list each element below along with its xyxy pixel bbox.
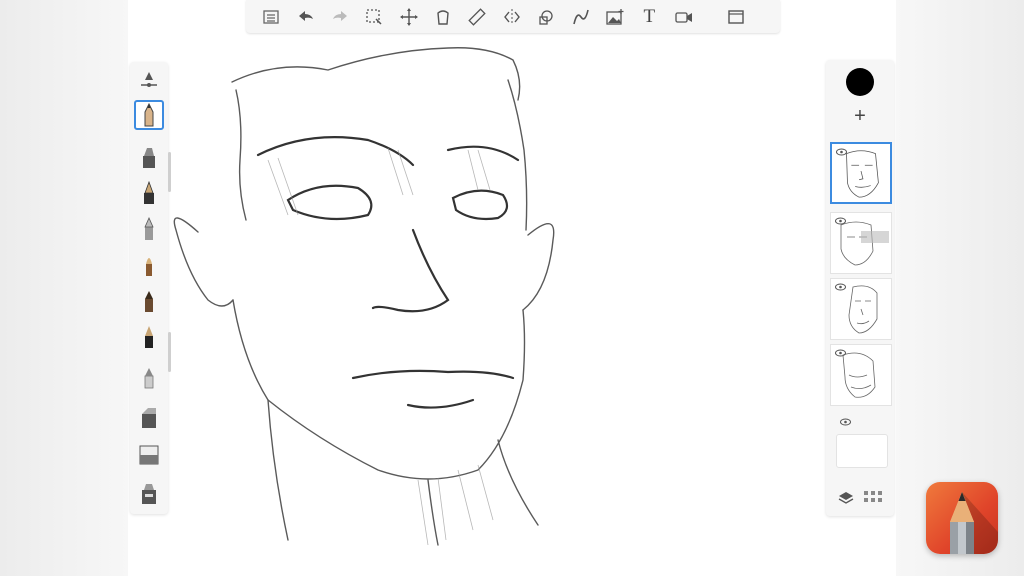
color-puck[interactable] [846,68,874,96]
layer-2-thumbnail[interactable] [830,212,892,274]
layer-panel: + [826,60,894,516]
fine-pen-icon[interactable] [134,322,164,352]
text-icon-label: T [643,5,656,27]
sketch-mouth [351,369,515,380]
sketch-eye-left [286,184,373,221]
sketch-nose [371,228,450,313]
fullscreen-icon[interactable] [721,5,751,29]
top-toolbar: T [246,0,780,33]
layer-3-thumbnail[interactable] [830,278,892,340]
ruler-icon[interactable] [462,5,492,29]
sketch-eye-right [451,189,509,221]
text-icon[interactable]: T [634,5,664,29]
sketch-hair-outline [231,47,521,101]
marker-brush-icon[interactable] [134,142,164,172]
ink-pen-icon[interactable] [134,178,164,208]
sketch-brow-left [256,136,415,167]
brush-palette [130,62,168,514]
add-layer-button[interactable]: + [850,106,870,126]
airbrush-icon[interactable] [134,362,164,392]
selection-icon[interactable] [359,5,389,29]
layers-stack-icon[interactable] [838,490,854,506]
brush-size-slider-icon[interactable] [134,66,164,96]
fill-icon[interactable] [428,5,458,29]
visibility-eye-icon[interactable] [836,148,847,156]
drawing-canvas[interactable] [128,0,896,576]
grid-view-icon[interactable] [864,491,882,505]
layer-1-thumbnail[interactable] [830,142,892,204]
sketch-ear-right [522,223,555,311]
curve-icon[interactable] [566,5,596,29]
shapes-icon[interactable] [531,5,561,29]
sketch-ear-left [173,217,234,307]
add-image-icon[interactable] [600,5,630,29]
undo-icon[interactable] [291,5,321,29]
list-icon[interactable] [256,5,286,29]
sketch-brow-right [446,145,520,162]
brush-scrollbar[interactable] [168,152,171,192]
charcoal-icon[interactable] [134,286,164,316]
sketchbook-app-logo [926,482,998,554]
pencil-brush-icon[interactable] [134,100,164,130]
background-swatch [836,434,888,468]
visibility-eye-icon[interactable] [835,349,846,357]
eraser-icon[interactable] [134,440,164,470]
ballpoint-icon[interactable] [134,214,164,244]
redo-icon[interactable] [325,5,355,29]
left-backdrop [0,0,128,576]
symmetry-icon[interactable] [497,5,527,29]
chisel-marker-icon[interactable] [134,402,164,432]
layer-footer [826,484,894,512]
record-icon[interactable] [669,5,699,29]
brush-scrollbar-lower[interactable] [168,332,171,372]
visibility-eye-icon[interactable] [835,283,846,291]
library-brush-icon[interactable] [134,478,164,508]
sketchbook-app: T + [128,0,896,576]
visibility-eye-icon[interactable] [835,217,846,225]
visibility-eye-icon[interactable] [840,418,851,426]
paintbrush-icon[interactable] [134,250,164,280]
background-layer-thumbnail[interactable] [830,414,892,476]
layer-4-thumbnail[interactable] [830,344,892,406]
transform-icon[interactable] [394,5,424,29]
sketch-jaw [232,299,526,480]
